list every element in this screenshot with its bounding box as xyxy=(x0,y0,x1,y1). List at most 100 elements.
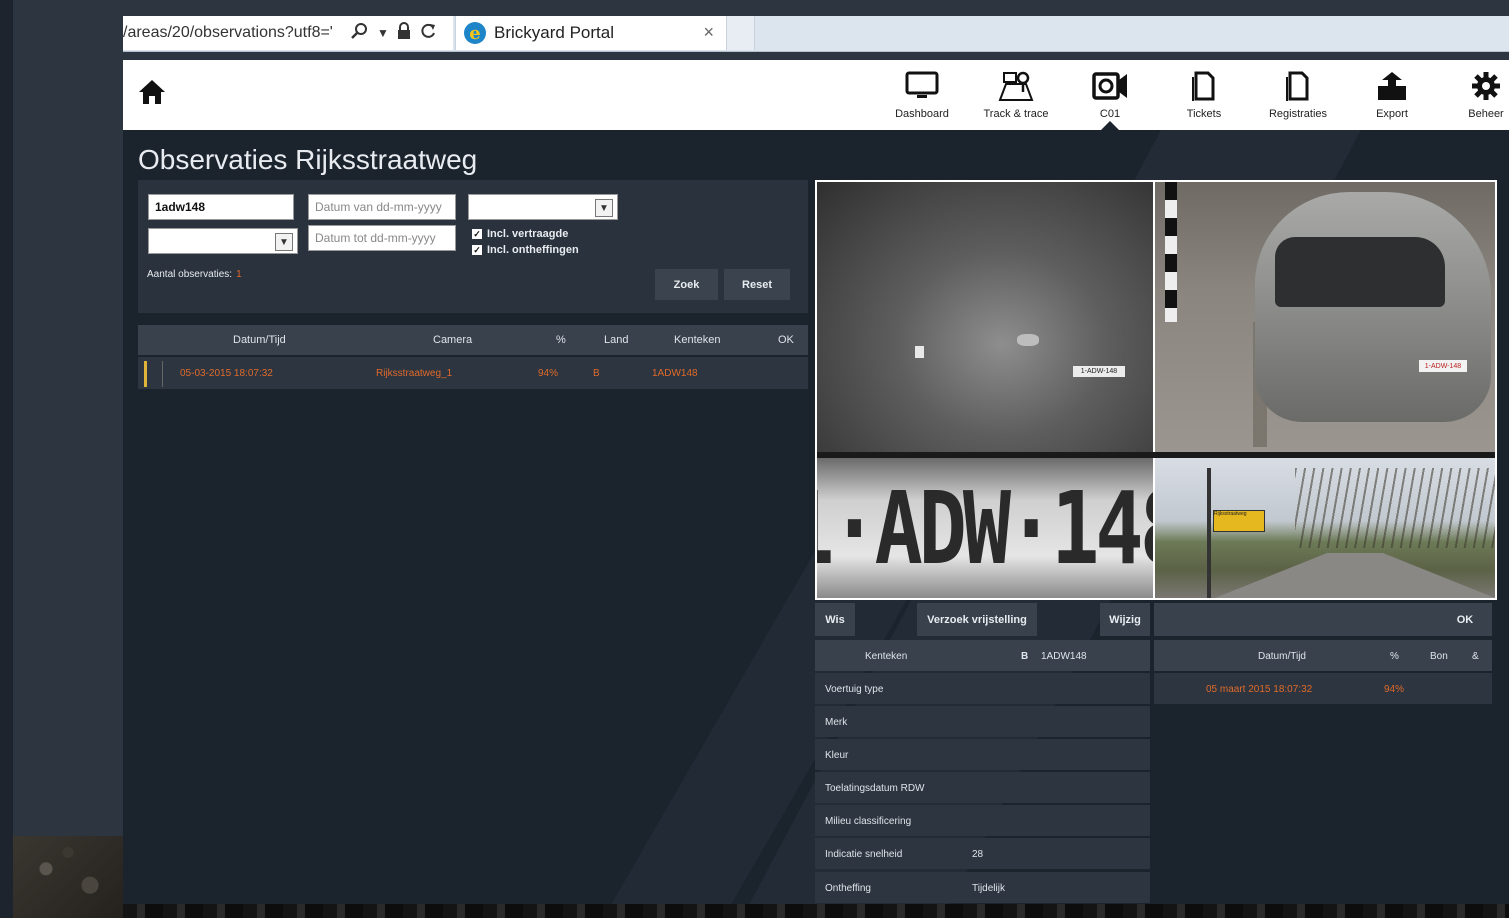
address-text: /areas/20/observations?utf8=' xyxy=(123,24,333,41)
observation-count: Aantal observaties: 1 xyxy=(147,269,242,280)
checkbox-checked-icon[interactable]: ✓ xyxy=(472,245,482,255)
nav-registrations[interactable]: Registraties xyxy=(1251,60,1345,130)
filter-panel: 1adw148 Datum van dd-mm-yyyy ▼ ▼ Datum t… xyxy=(138,180,808,313)
column-header[interactable]: Datum/Tijd xyxy=(233,334,286,346)
address-actions: ▼ xyxy=(345,16,443,50)
new-tab-button[interactable] xyxy=(727,16,755,50)
cell-percent: 94% xyxy=(538,368,559,379)
edit-button[interactable]: Wijzig xyxy=(1100,603,1150,636)
select-filter-2[interactable]: ▼ xyxy=(148,228,298,254)
detail-label: Milieu classificering xyxy=(825,816,912,827)
nav-tickets[interactable]: Tickets xyxy=(1157,60,1251,130)
nav-label: C01 xyxy=(1099,108,1121,120)
detail-row: Ontheffing Tijdelijk xyxy=(815,872,1150,903)
nav-track-trace[interactable]: Track & trace xyxy=(969,60,1063,130)
column-header[interactable]: % xyxy=(556,334,566,346)
close-tab-icon[interactable]: × xyxy=(703,22,714,43)
lock-icon xyxy=(397,21,411,45)
nav-camera[interactable]: C01 xyxy=(1063,60,1157,130)
search-button[interactable]: Zoek xyxy=(655,269,718,300)
detail-label: Indicatie snelheid xyxy=(825,849,903,860)
observation-row[interactable]: 05 maart 2015 18:07:32 94% xyxy=(1154,673,1492,704)
clear-button[interactable]: Wis xyxy=(815,603,855,636)
main-nav: Dashboard Track & trace C01 Tickets Regi… xyxy=(875,60,1509,130)
nav-label: Beheer xyxy=(1468,108,1504,120)
observation-datetime: 05 maart 2015 18:07:32 xyxy=(1206,684,1313,695)
observation-header: Datum/Tijd % Bon & xyxy=(1154,640,1492,671)
detail-row: Indicatie snelheid 28 xyxy=(815,838,1150,869)
lamp-pole xyxy=(1207,468,1211,598)
column-header[interactable]: OK xyxy=(778,334,794,346)
overview-car-image[interactable]: 1-ADW-148 xyxy=(1155,182,1495,452)
document-icon xyxy=(1192,71,1215,101)
road xyxy=(1215,553,1495,598)
cell-camera: Rijksstraatweg_1 xyxy=(376,368,453,379)
ok-button[interactable]: OK xyxy=(1438,603,1492,636)
street-context-image[interactable]: Rijksstraatweg xyxy=(1155,458,1495,598)
row-divider xyxy=(162,361,163,387)
column-header[interactable]: & xyxy=(1472,651,1479,662)
chevron-down-icon[interactable]: ▼ xyxy=(595,199,613,217)
column-header[interactable]: Bon xyxy=(1430,651,1448,662)
detail-row: Voertuig type xyxy=(815,673,1150,704)
plate-crop-text: 1·ADW·148 xyxy=(817,469,1153,587)
nav-dashboard[interactable]: Dashboard xyxy=(875,60,969,130)
ie-logo-icon: e xyxy=(464,22,486,44)
tree-branches xyxy=(1295,468,1495,548)
checkbox-exemptions[interactable]: ✓ Incl. ontheffingen xyxy=(472,244,579,256)
car-windshield xyxy=(1275,237,1445,307)
taskbar xyxy=(123,904,1509,918)
car-plate: 1-ADW-148 xyxy=(1419,360,1467,372)
street-sign: Rijksstraatweg xyxy=(1213,510,1265,532)
detail-row: Merk xyxy=(815,706,1150,737)
ir-light-spot xyxy=(915,346,924,358)
column-header[interactable]: % xyxy=(1390,651,1399,662)
tab-title: Brickyard Portal xyxy=(494,23,614,42)
camera-image-grid: 1-ADW-148 1-ADW-148 1·ADW·148 Rijksstraa… xyxy=(815,180,1497,600)
desktop-edge xyxy=(0,0,13,918)
detail-row: Kleur xyxy=(815,739,1150,770)
browser-tab[interactable]: e Brickyard Portal × xyxy=(455,16,727,50)
plate-crop-image[interactable]: 1·ADW·148 xyxy=(817,458,1153,598)
nav-label: Registraties xyxy=(1268,108,1328,120)
detail-label: Merk xyxy=(825,717,848,728)
detail-row: Milieu classificering xyxy=(815,805,1150,836)
home-icon[interactable] xyxy=(137,77,167,107)
browser-toolbar: /areas/20/observations?utf8=' ▼ e Bricky… xyxy=(123,16,1509,52)
date-from-input[interactable]: Datum van dd-mm-yyyy xyxy=(308,194,456,220)
nav-export[interactable]: Export xyxy=(1345,60,1439,130)
plate-input[interactable]: 1adw148 xyxy=(148,194,294,220)
checkbox-delayed[interactable]: ✓ Incl. vertraagde xyxy=(472,228,568,240)
select-filter-1[interactable]: ▼ xyxy=(468,194,618,220)
monitor-icon xyxy=(905,71,939,98)
observation-percent: 94% xyxy=(1384,684,1405,695)
chevron-down-icon[interactable]: ▼ xyxy=(275,233,293,251)
cell-datetime: 05-03-2015 18:07:32 xyxy=(180,368,273,379)
column-header[interactable]: Land xyxy=(604,334,628,346)
nav-label: Tickets xyxy=(1186,108,1222,120)
infrared-image[interactable]: 1-ADW-148 xyxy=(817,182,1153,452)
detail-header-label: Kenteken xyxy=(865,651,908,662)
detail-value: Tijdelijk xyxy=(972,883,1005,894)
column-header[interactable]: Datum/Tijd xyxy=(1258,651,1306,662)
table-header: Datum/Tijd Camera % Land Kenteken OK xyxy=(138,325,808,355)
detail-header-plate: 1ADW148 xyxy=(1041,651,1087,662)
checkbox-checked-icon[interactable]: ✓ xyxy=(472,229,482,239)
search-icon[interactable] xyxy=(351,22,369,45)
export-icon xyxy=(1378,72,1406,100)
request-exemption-button[interactable]: Verzoek vrijstelling xyxy=(917,603,1037,636)
column-header[interactable]: Kenteken xyxy=(674,334,720,346)
action-bar-spacer xyxy=(1154,603,1438,636)
count-label: Aantal observaties: xyxy=(147,269,233,280)
pole-stripes xyxy=(1165,182,1177,322)
nav-admin[interactable]: Beheer xyxy=(1439,60,1509,130)
table-row[interactable]: 05-03-2015 18:07:32 Rijksstraatweg_1 94%… xyxy=(138,357,808,389)
nav-label: Export xyxy=(1376,108,1408,120)
nav-label: Dashboard xyxy=(895,108,949,120)
refresh-icon[interactable] xyxy=(419,22,437,45)
column-header[interactable]: Camera xyxy=(433,334,472,346)
date-to-input[interactable]: Datum tot dd-mm-yyyy xyxy=(308,225,456,251)
dropdown-arrow-icon[interactable]: ▼ xyxy=(377,26,389,40)
camera-icon xyxy=(1092,72,1127,100)
reset-button[interactable]: Reset xyxy=(724,269,790,300)
